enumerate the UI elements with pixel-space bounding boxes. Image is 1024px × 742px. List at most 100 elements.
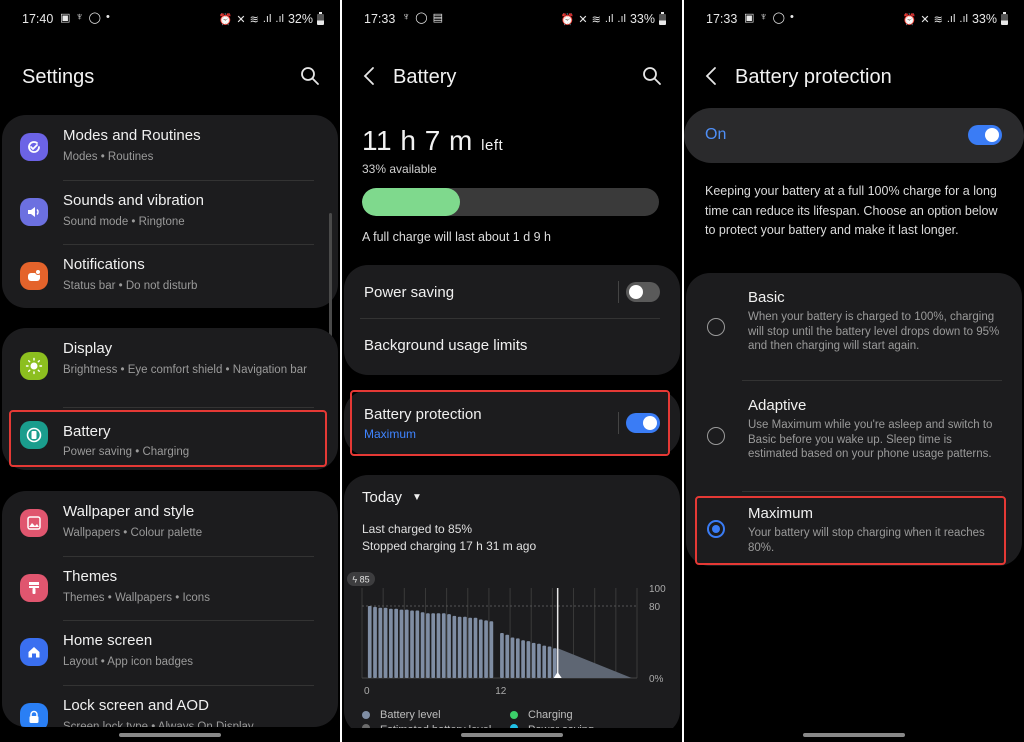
item-subtitle: Status bar • Do not disturb (63, 280, 198, 292)
item-title: Notifications (63, 256, 145, 273)
battery-status-icon (659, 11, 666, 25)
settings-group-3: Wallpaper and style Wallpapers • Colour … (2, 491, 338, 727)
battery-percent: 33% (629, 12, 655, 26)
background-usage-limits-row[interactable]: Background usage limits (344, 319, 680, 375)
item-subtitle: Sound mode • Ringtone (63, 216, 185, 228)
legend-label: Charging (528, 709, 573, 721)
back-arrow-icon[interactable] (704, 64, 724, 92)
item-title: Sounds and vibration (63, 192, 204, 209)
battery-level-bar (537, 643, 541, 678)
battery-level-bar (542, 645, 547, 678)
lock-icon (20, 703, 48, 727)
item-title: Themes (63, 568, 118, 585)
settings-item-home-screen[interactable]: Home screen Layout • App icon badges (2, 620, 338, 684)
settings-header: Settings (0, 60, 340, 96)
battery-protection-value: Maximum (364, 427, 417, 441)
notification-icon (20, 262, 48, 290)
battery-protection-card[interactable]: Battery protection Maximum (344, 390, 680, 456)
battery-protection-toggle[interactable] (626, 413, 660, 433)
flashlight-icon: ♆ (402, 11, 411, 23)
battery-level-bar (389, 608, 393, 678)
settings-item-display[interactable]: Display Brightness • Eye comfort shield … (2, 328, 338, 406)
master-switch-toggle[interactable] (968, 125, 1002, 145)
battery-level-bar (426, 613, 430, 678)
speaker-icon (20, 198, 48, 226)
whatsapp-icon: ◯ (415, 12, 428, 24)
item-subtitle: Brightness • Eye comfort shield • Naviga… (63, 364, 307, 376)
battery-level-bar (447, 614, 451, 678)
item-subtitle: Screen lock type • Always On Display (63, 721, 254, 727)
protection-options-card: Basic When your battery is charged to 10… (686, 273, 1022, 566)
battery-header: Battery (342, 60, 682, 96)
status-right-icons: ⏰ ✕ ≋ .ıl .ıl 33% (903, 11, 1008, 26)
period-label: Today (362, 489, 403, 506)
radio-adaptive[interactable] (707, 427, 725, 445)
item-subtitle: Layout • App icon badges (63, 656, 193, 668)
time-remaining-value: 11 h 7 m (362, 125, 473, 156)
y-tick-label: 80 (649, 602, 661, 613)
master-switch-label: On (705, 126, 727, 143)
status-bar: 17:40 ▣ ♆ ◯ • ⏰ ✕ ≋ .ıl .ıl 32% (0, 8, 340, 32)
status-bar: 17:33 ♆ ◯ ▤ ⏰ ✕ ≋ .ıl .ıl 33% (342, 8, 682, 32)
battery-usage-chart: ϟ 85 100 80 0% 0 12 (342, 570, 682, 700)
search-icon[interactable] (642, 66, 664, 88)
home-icon (20, 638, 48, 666)
themes-brush-icon (20, 574, 48, 602)
battery-level-bar (489, 621, 494, 678)
settings-item-sounds-vibration[interactable]: Sounds and vibration Sound mode • Ringto… (2, 180, 338, 244)
settings-item-battery[interactable]: Battery Power saving • Charging (2, 407, 338, 470)
signal-icon: .ıl (959, 13, 968, 25)
period-dropdown[interactable]: Today ▼ (362, 489, 422, 506)
battery-percent: 33% (971, 12, 997, 26)
status-left-icons: ♆ ◯ ▤ (402, 11, 443, 24)
option-basic[interactable]: Basic When your battery is charged to 10… (686, 273, 1022, 379)
battery-available: 33% available (362, 162, 437, 176)
status-time: 17:40 (22, 12, 54, 26)
settings-item-themes[interactable]: Themes Themes • Wallpapers • Icons (2, 556, 338, 620)
power-saving-row[interactable]: Power saving (344, 265, 680, 319)
settings-item-lock-screen[interactable]: Lock screen and AOD Screen lock type • A… (2, 685, 338, 727)
option-desc: When your battery is charged to 100%, ch… (748, 311, 1000, 352)
battery-level-fill (362, 188, 460, 216)
search-icon[interactable] (300, 66, 322, 88)
back-arrow-icon[interactable] (362, 64, 382, 92)
divider (618, 412, 619, 434)
wifi-icon: ≋ (591, 13, 601, 26)
home-indicator[interactable] (803, 733, 905, 737)
battery-status-icon (1001, 11, 1008, 25)
status-bar: 17:33 ▣ ♆ ◯ • ⏰ ✕ ≋ .ıl .ıl 33% (684, 8, 1024, 32)
screen-icon: ▤ (432, 12, 443, 24)
option-maximum[interactable]: Maximum Your battery will stop charging … (686, 492, 1022, 566)
power-saving-toggle[interactable] (626, 282, 660, 302)
battery-level-bar (373, 606, 377, 678)
battery-level-bar (431, 613, 436, 678)
home-indicator[interactable] (119, 733, 221, 737)
item-title: Modes and Routines (63, 127, 201, 144)
page-title: Battery (393, 66, 457, 88)
option-adaptive[interactable]: Adaptive Use Maximum while you're asleep… (686, 381, 1022, 489)
master-switch-row[interactable]: On (684, 108, 1024, 163)
power-options-card: Power saving Background usage limits (344, 265, 680, 375)
settings-item-modes-routines[interactable]: Modes and Routines Modes • Routines (2, 115, 338, 179)
flashlight-icon: ♆ (759, 11, 768, 23)
radio-maximum[interactable] (707, 520, 725, 538)
settings-item-notifications[interactable]: Notifications Status bar • Do not distur… (2, 244, 338, 308)
battery-level-bar (468, 617, 473, 678)
dot-icon: • (105, 11, 110, 23)
option-desc: Use Maximum while you're asleep and swit… (748, 419, 993, 460)
modes-routines-icon (20, 133, 48, 161)
page-title: Settings (22, 66, 95, 88)
legend-item: Charging (510, 709, 573, 721)
radio-basic[interactable] (707, 318, 725, 336)
option-title: Maximum (748, 505, 814, 522)
settings-item-wallpaper-style[interactable]: Wallpaper and style Wallpapers • Colour … (2, 491, 338, 555)
charge-badge-label: ϟ 85 (352, 575, 369, 585)
battery-level-bar (547, 646, 552, 678)
settings-screen: 17:40 ▣ ♆ ◯ • ⏰ ✕ ≋ .ıl .ıl 32% Settings (0, 0, 340, 742)
battery-level-bar (410, 610, 414, 678)
battery-icon (20, 421, 48, 449)
dropdown-caret-icon: ▼ (412, 492, 422, 503)
signal-icon: .ıl (617, 13, 626, 25)
stopped-charging: Stopped charging 17 h 31 m ago (362, 539, 537, 553)
home-indicator[interactable] (461, 733, 563, 737)
